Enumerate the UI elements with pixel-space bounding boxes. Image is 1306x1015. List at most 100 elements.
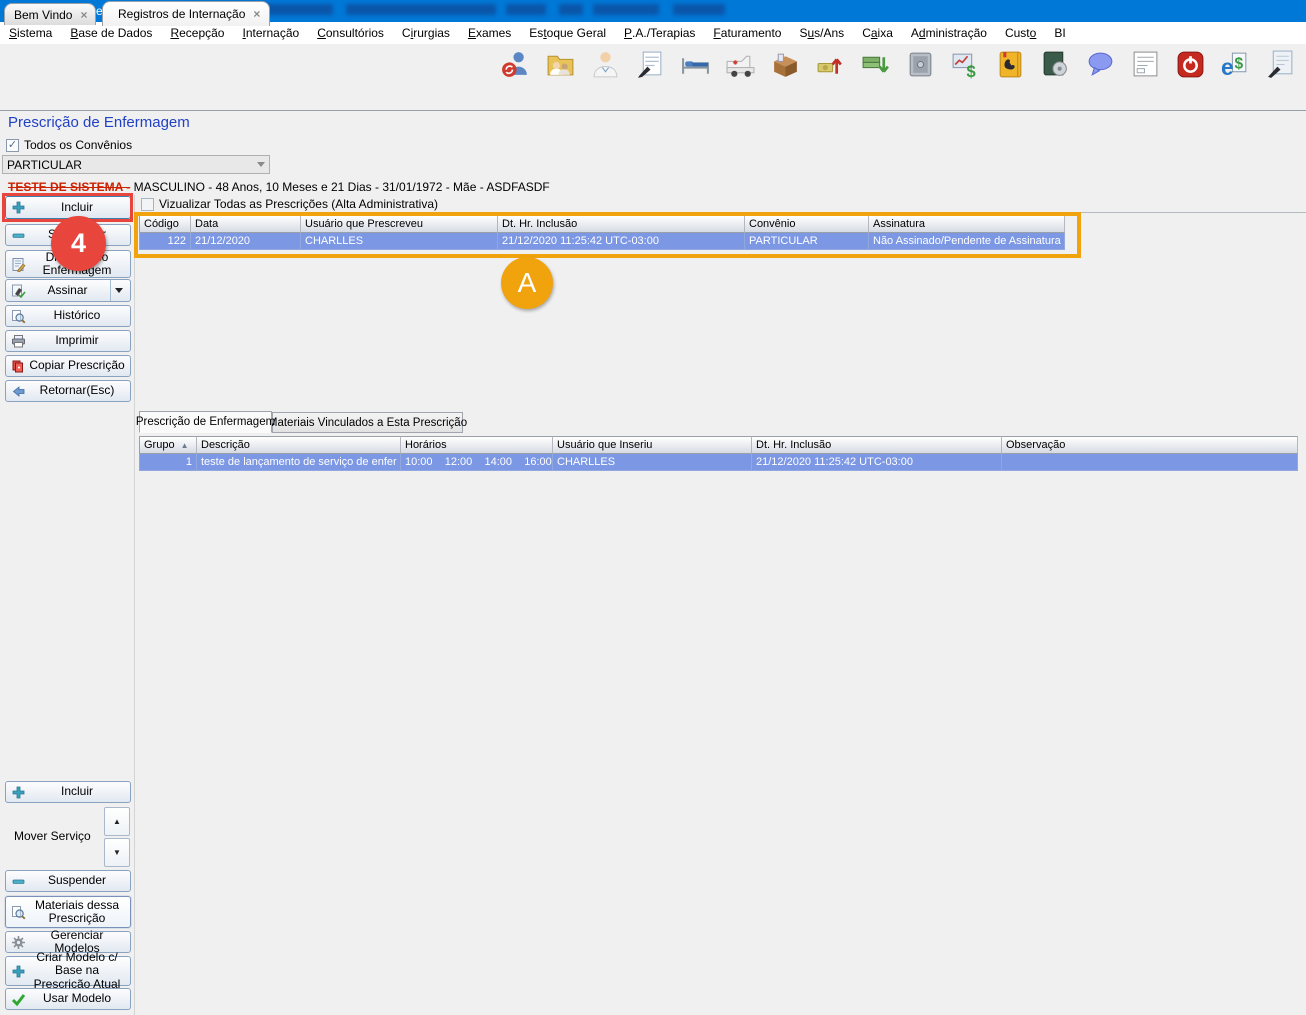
cell-observac-a-o — [1002, 454, 1298, 471]
column-header-grupo[interactable]: Grupo▲ — [139, 436, 197, 454]
cell-descric-a-o: teste de lançamento de serviço de enfer — [197, 454, 401, 471]
checkbox-unchecked-icon — [141, 198, 154, 211]
move-up-button[interactable]: ▲ — [104, 807, 130, 836]
copy-icon — [9, 359, 27, 374]
menu-sistema[interactable]: Sistema — [0, 22, 61, 44]
remove-icon — [9, 874, 27, 889]
menu-exames[interactable]: Exames — [459, 22, 520, 44]
svg-text:e: e — [1221, 54, 1234, 80]
copiar-prescricao-button[interactable]: Copiar Prescrição — [5, 355, 131, 377]
chevron-down-icon — [115, 288, 123, 293]
stock-box-icon[interactable] — [770, 49, 801, 80]
manual-cd-icon[interactable] — [1040, 49, 1071, 80]
close-icon[interactable]: × — [80, 8, 87, 22]
retornar-button[interactable]: Retornar(Esc) — [5, 380, 131, 402]
historico-button[interactable]: Histórico — [5, 305, 131, 327]
move-down-button[interactable]: ▼ — [104, 838, 130, 867]
svg-text:$: $ — [967, 62, 976, 80]
sign-contract-icon[interactable] — [635, 49, 666, 80]
imprimir-button[interactable]: Imprimir — [5, 330, 131, 352]
annotation-marker-a: A — [501, 257, 553, 309]
sign-document-icon[interactable] — [1265, 49, 1296, 80]
remove-icon — [9, 228, 27, 243]
money-down-icon[interactable] — [860, 49, 891, 80]
assinar-button[interactable]: Assinar — [5, 279, 131, 302]
suspender-servico-button[interactable]: Suspender — [5, 870, 131, 892]
column-header-dt-hr-inclusa-o[interactable]: Dt. Hr. Inclusão — [752, 436, 1002, 454]
sign-icon — [9, 283, 27, 298]
tab-label: Materiais Vinculados a Esta Prescrição — [268, 417, 467, 429]
tab-materiais-vinculados[interactable]: Materiais Vinculados a Esta Prescrição — [272, 412, 463, 433]
power-off-icon[interactable] — [1175, 49, 1206, 80]
tab-bem-vindo[interactable]: Bem Vindo × — [4, 3, 96, 25]
services-table: Grupo▲DescriçãoHoráriosUsuário que Inser… — [139, 436, 1298, 471]
menu-cirurgias[interactable]: Cirurgias — [393, 22, 459, 44]
history-search-icon — [9, 905, 27, 920]
table-row[interactable]: 1teste de lançamento de serviço de enfer… — [139, 454, 1298, 471]
menu-sus-ans[interactable]: Sus/Ans — [790, 22, 853, 44]
history-search-icon — [9, 309, 27, 324]
column-header-observac-a-o[interactable]: Observação — [1002, 436, 1298, 454]
electronic-invoice-icon[interactable]: e$ — [1220, 49, 1251, 80]
table-header: Grupo▲DescriçãoHoráriosUsuário que Inser… — [139, 436, 1298, 454]
annotation-highlight-box — [134, 212, 1081, 258]
menu-estoque-geral[interactable]: Estoque Geral — [520, 22, 615, 44]
money-up-icon[interactable] — [815, 49, 846, 80]
cell-usua-rio-que-inseriu: CHARLLES — [553, 454, 752, 471]
tab-label: Registros de Internação — [118, 7, 245, 21]
page-title: Prescrição de Enfermagem — [8, 114, 190, 131]
chevron-down-icon — [257, 162, 265, 167]
menu-administrac-a-o[interactable]: Administração — [902, 22, 996, 44]
chat-icon[interactable] — [1085, 49, 1116, 80]
cell-grupo: 1 — [139, 454, 197, 471]
cell-hora-rios: 10:00 12:00 14:00 16:00 — [401, 454, 553, 471]
usar-modelo-button[interactable]: Usar Modelo — [5, 988, 131, 1010]
criar-modelo-button[interactable]: Criar Modelo c/ Base na Prescrição Atual — [5, 956, 131, 986]
hospital-bed-icon[interactable] — [680, 49, 711, 80]
menu-consulto-rios[interactable]: Consultórios — [308, 22, 393, 44]
print-icon — [9, 334, 27, 349]
convenio-select[interactable]: PARTICULAR — [2, 155, 270, 174]
tab-registros-internacao[interactable]: Registros de Internação × — [102, 1, 270, 26]
menu-bi[interactable]: BI — [1045, 22, 1074, 44]
column-header-descric-a-o[interactable]: Descrição — [197, 436, 401, 454]
back-arrow-icon — [9, 384, 27, 399]
arrow-down-icon: ▼ — [113, 849, 121, 857]
incluir-servico-button[interactable]: Incluir — [5, 781, 131, 803]
application-window: Promedico Gestão Hospitala SistemaBase d… — [0, 0, 1306, 1015]
toolbar: $e$ — [0, 44, 1306, 85]
svg-text:$: $ — [1234, 56, 1243, 73]
finance-chart-icon[interactable]: $ — [950, 49, 981, 80]
column-header-hora-rios[interactable]: Horários — [401, 436, 553, 454]
panel-divider — [134, 195, 135, 1015]
patient-details: MASCULINO - 48 Anos, 10 Meses e 21 Dias … — [130, 180, 550, 194]
tab-prescricao-enfermagem[interactable]: Prescrição de Enfermagem — [139, 411, 272, 433]
ambulance-icon[interactable] — [725, 49, 756, 80]
materiais-prescricao-button[interactable]: Materiais dessa Prescrição — [5, 896, 131, 928]
nursing-diagnosis-icon — [9, 257, 27, 272]
assinar-dropdown[interactable] — [110, 280, 127, 301]
sort-asc-icon: ▲ — [181, 441, 189, 450]
checkbox-label: Todos os Convênios — [24, 138, 132, 152]
menu-p-a-terapias[interactable]: P.A./Terapias — [615, 22, 704, 44]
patient-folder-icon[interactable] — [545, 49, 576, 80]
annotation-step-number: 4 — [51, 216, 106, 271]
phone-directory-icon[interactable] — [995, 49, 1026, 80]
tab-label: Bem Vindo — [14, 8, 72, 22]
convenio-value: PARTICULAR — [7, 158, 82, 172]
visualizar-todas-checkbox[interactable]: Vizualizar Todas as Prescrições (Alta Ad… — [141, 197, 438, 211]
patient-name: TESTE DE SISTEMA - — [8, 180, 130, 194]
invoice-icon[interactable] — [1130, 49, 1161, 80]
menu-custo[interactable]: Custo — [996, 22, 1045, 44]
close-icon[interactable]: × — [253, 7, 260, 21]
menu-faturamento[interactable]: Faturamento — [704, 22, 790, 44]
contacts-sync-icon[interactable] — [500, 49, 531, 80]
todos-convenios-checkbox[interactable]: ✓ Todos os Convênios — [6, 138, 132, 152]
doctor-icon[interactable] — [590, 49, 621, 80]
cell-dt-hr-inclusa-o: 21/12/2020 11:25:42 UTC-03:00 — [752, 454, 1002, 471]
safe-icon[interactable] — [905, 49, 936, 80]
column-header-usua-rio-que-inseriu[interactable]: Usuário que Inseriu — [553, 436, 752, 454]
menu-caixa[interactable]: Caixa — [853, 22, 902, 44]
tab-label: Prescrição de Enfermagem — [136, 416, 275, 428]
arrow-up-icon: ▲ — [113, 818, 121, 826]
